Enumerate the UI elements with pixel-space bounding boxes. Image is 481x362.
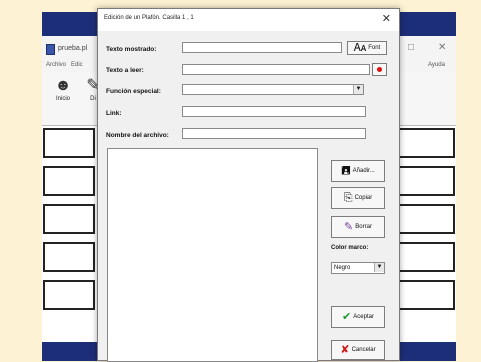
read-text-field[interactable]: [182, 64, 370, 75]
link-label: Link:: [106, 110, 122, 117]
chevron-down-icon[interactable]: ▼: [374, 263, 384, 272]
board-cell[interactable]: [397, 128, 455, 158]
erase-button[interactable]: ✎ Borrar: [331, 216, 385, 238]
cancel-button[interactable]: ✘ Cancelar: [331, 340, 385, 360]
board-cell[interactable]: [397, 242, 455, 272]
font-button[interactable]: 🗛 Font: [347, 41, 387, 55]
checkmark-icon: ✔: [342, 310, 352, 323]
menu-help[interactable]: Ayuda: [428, 62, 445, 68]
file-name-label: Nombre del archivo:: [106, 132, 169, 139]
close-icon[interactable]: ✕: [382, 12, 391, 25]
menu-edit[interactable]: Edic: [71, 62, 83, 68]
toolbar-second-label: Di: [90, 96, 96, 102]
record-button[interactable]: [372, 63, 387, 76]
special-function-combo[interactable]: ▼: [182, 84, 364, 95]
board-cell[interactable]: [43, 204, 95, 234]
accept-button[interactable]: ✔ Aceptar: [331, 306, 385, 328]
border-color-select[interactable]: Negro ▼: [331, 262, 385, 274]
board-cell[interactable]: [43, 128, 95, 158]
shown-text-label: Texto mostrado:: [106, 46, 157, 53]
copy-icon: ⎘: [343, 191, 353, 204]
document-icon: [46, 44, 55, 55]
board-cell[interactable]: [43, 166, 95, 196]
chevron-down-icon[interactable]: ▼: [353, 85, 363, 94]
copy-button-label: Copiar: [354, 195, 373, 201]
font-button-label: Font: [368, 45, 381, 51]
border-color-value: Negro: [334, 265, 351, 271]
dialog-titlebar: Edición de un Plafón. Casilla 1 , 1 ✕: [98, 9, 399, 31]
border-color-label: Color marco:: [331, 245, 369, 251]
copy-button[interactable]: ⎘ Copiar: [331, 187, 385, 209]
board-cell[interactable]: [43, 280, 95, 310]
board-cell[interactable]: [397, 204, 455, 234]
erase-button-label: Borrar: [355, 224, 372, 230]
add-button[interactable]: 🖪 Añadir...: [331, 160, 385, 182]
add-button-label: Añadir...: [352, 168, 375, 174]
background-app-title: prueba.pl: [58, 45, 88, 52]
start-button[interactable]: ☻ Inicio: [52, 76, 74, 110]
link-field[interactable]: [182, 106, 366, 117]
eraser-icon: ✎: [344, 220, 354, 233]
cancel-icon: ✘: [340, 343, 350, 356]
read-text-label: Texto a leer:: [106, 67, 144, 74]
edit-cell-dialog: Edición de un Plafón. Casilla 1 , 1 ✕ Te…: [97, 8, 400, 362]
dialog-title: Edición de un Plafón. Casilla 1 , 1: [104, 15, 194, 21]
special-function-label: Función especial:: [106, 88, 161, 95]
board-cell[interactable]: [397, 166, 455, 196]
font-icon: 🗛: [353, 41, 367, 54]
accept-button-label: Aceptar: [353, 314, 374, 320]
record-icon: [377, 67, 382, 72]
board-cell[interactable]: [43, 242, 95, 272]
menu-file[interactable]: Archivo: [46, 62, 66, 68]
board-cell[interactable]: [397, 280, 455, 310]
face-icon: ☻: [54, 77, 72, 94]
file-name-field[interactable]: [182, 128, 366, 139]
close-icon[interactable]: ✕: [438, 42, 446, 53]
shown-text-field[interactable]: [182, 42, 342, 53]
start-button-label: Inicio: [55, 96, 70, 102]
cancel-button-label: Cancelar: [351, 347, 376, 353]
maximize-icon[interactable]: □: [408, 42, 414, 53]
add-icon: 🖪: [341, 164, 351, 177]
image-list-area[interactable]: [107, 148, 318, 362]
